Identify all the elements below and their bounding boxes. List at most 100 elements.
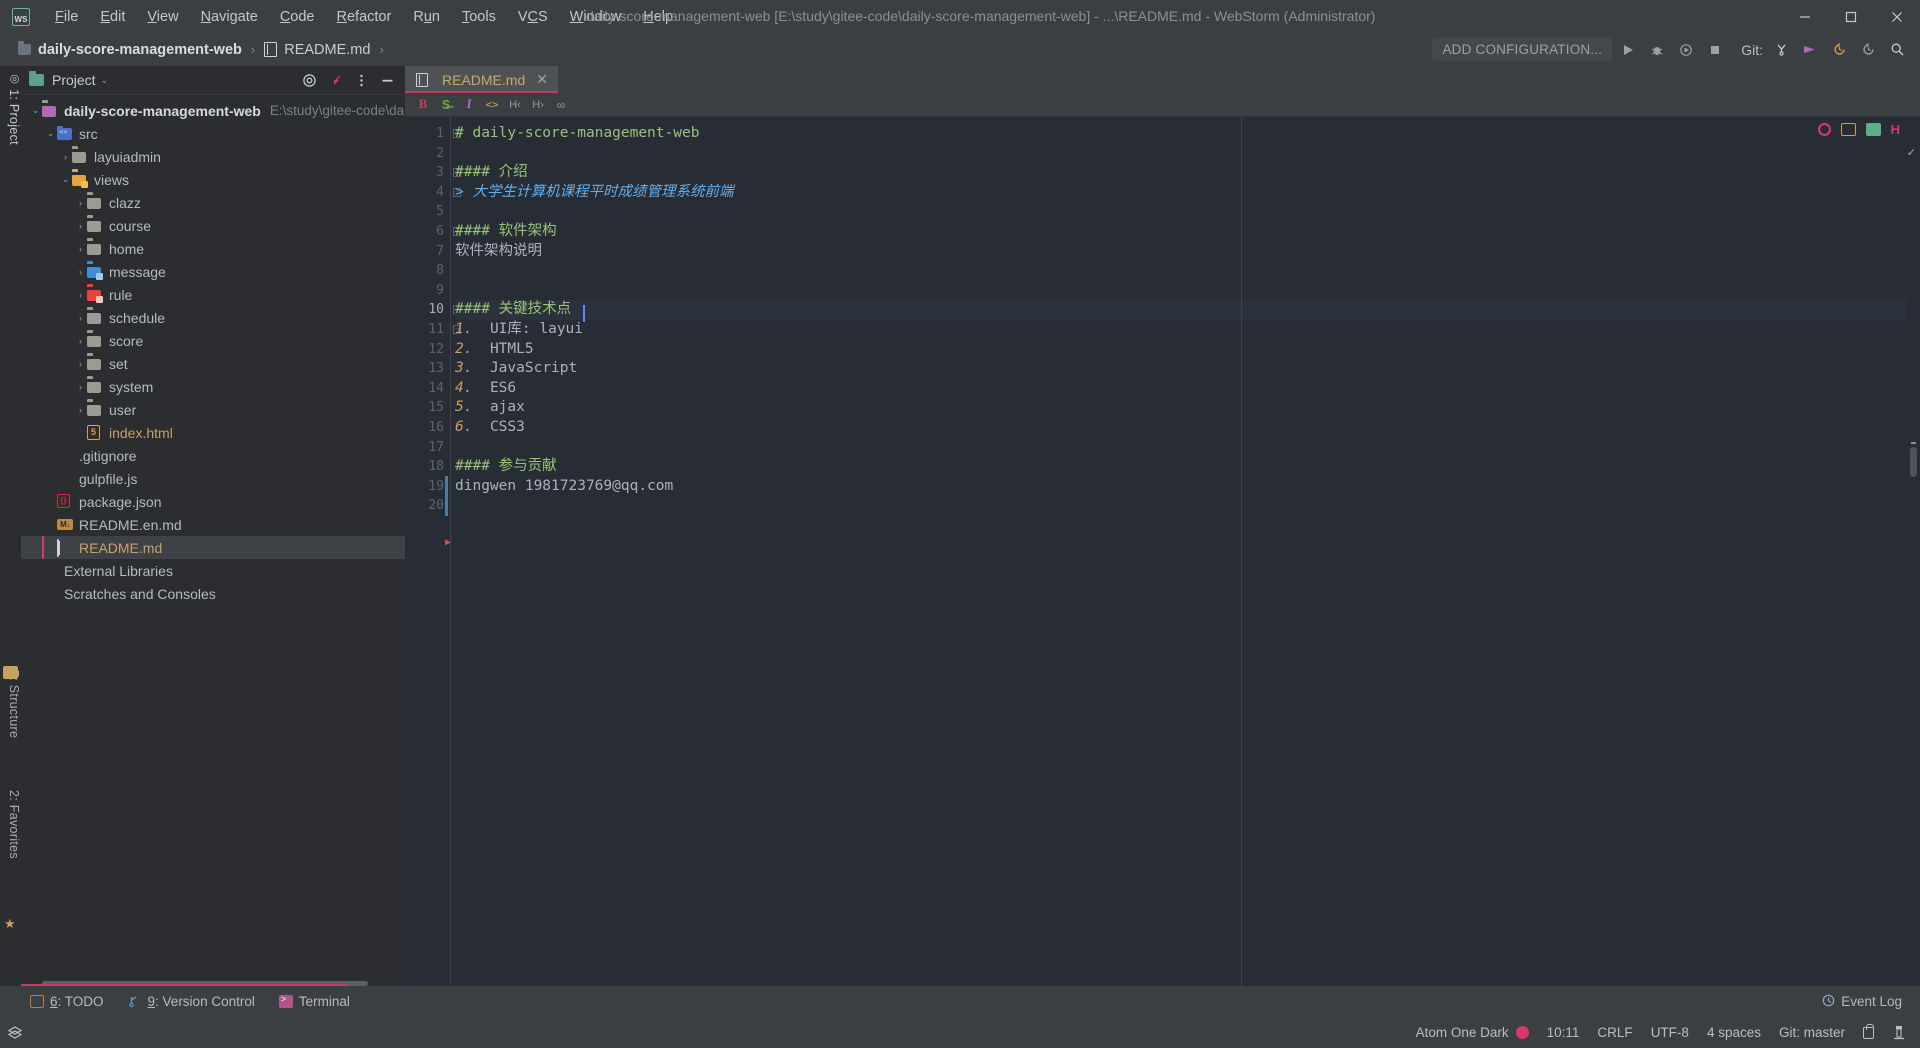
tool-window-terminal[interactable]: Terminal <box>278 994 350 1009</box>
editor-marker-column[interactable] <box>1906 117 1920 986</box>
tree-node-readme-md[interactable]: README.md <box>21 536 405 559</box>
header-level-icon[interactable]: H› <box>528 95 548 115</box>
rollback-icon[interactable] <box>1855 37 1881 63</box>
code-line[interactable]: 3. JavaScript <box>455 359 1920 379</box>
close-icon[interactable]: ✕ <box>536 71 548 88</box>
expand-arrow-icon[interactable]: › <box>59 152 72 162</box>
tree-node-scratches-and-consoles[interactable]: Scratches and Consoles <box>21 582 405 605</box>
hector-icon[interactable]: H <box>1891 122 1900 137</box>
tree-node-schedule[interactable]: › schedule <box>21 306 405 329</box>
menu-item-view[interactable]: View <box>136 5 189 29</box>
run-line-marker-icon[interactable]: ▶ <box>445 537 451 548</box>
split-preview-icon[interactable] <box>1840 123 1856 136</box>
tool-window-version-control[interactable]: 9: Version Control <box>128 994 255 1009</box>
expand-arrow-icon[interactable]: › <box>74 405 87 415</box>
search-icon[interactable] <box>1884 37 1910 63</box>
tree-node-readme-en-md[interactable]: M↓ README.en.md <box>21 513 405 536</box>
select-opened-file-icon[interactable] <box>297 68 321 92</box>
italic-icon[interactable]: I <box>459 95 479 115</box>
lock-icon[interactable] <box>1863 1023 1874 1039</box>
inspections-widget-icon[interactable] <box>1817 123 1831 136</box>
editor-lines[interactable]: # daily-score-management-web #### 介绍 > 大学… <box>455 124 1920 516</box>
editor-inspector-widgets[interactable]: H <box>1817 122 1900 137</box>
status-bar-widgets[interactable]: Atom One Dark 10:11 CRLF UTF-8 4 spaces … <box>1416 1023 1920 1040</box>
menu-item-vcs[interactable]: VCS <box>507 5 559 29</box>
menu-item-edit[interactable]: Edit <box>89 5 136 29</box>
code-line[interactable]: 4. ES6 <box>455 379 1920 399</box>
tool-window-todo[interactable]: 6: TODO <box>30 994 104 1009</box>
menu-item-code[interactable]: Code <box>269 5 326 29</box>
tree-node-message[interactable]: › message <box>21 260 405 283</box>
code-line[interactable]: # daily-score-management-web <box>455 124 1920 144</box>
project-panel-actions[interactable] <box>297 68 405 92</box>
caret-position-widget[interactable]: 10:11 <box>1547 1025 1580 1040</box>
minimize-button[interactable] <box>1782 0 1828 33</box>
run-toolbar[interactable]: ADD CONFIGURATION... Git: <box>1432 33 1910 66</box>
code-icon[interactable]: <> <box>482 95 502 115</box>
code-line[interactable]: 软件架构说明 <box>455 242 1920 262</box>
push-icon[interactable] <box>1797 37 1823 63</box>
code-line[interactable] <box>455 261 1920 281</box>
expand-arrow-icon[interactable]: › <box>74 382 87 392</box>
tree-node-user[interactable]: › user <box>21 398 405 421</box>
options-icon[interactable] <box>349 68 373 92</box>
code-line[interactable]: #### 参与贡献 <box>455 457 1920 477</box>
strikethrough-icon[interactable]: S̶ <box>436 95 456 115</box>
window-controls[interactable] <box>1782 0 1920 33</box>
code-line[interactable] <box>455 496 1920 516</box>
stop-icon[interactable] <box>1702 37 1728 63</box>
expand-arrow-icon[interactable]: ⌄ <box>44 128 57 139</box>
tree-node-system[interactable]: › system <box>21 375 405 398</box>
sidebar-item-project[interactable]: ◎ 1: Project <box>0 68 21 149</box>
close-button[interactable] <box>1874 0 1920 33</box>
menu-item-run[interactable]: Run <box>402 5 451 29</box>
expand-arrow-icon[interactable]: › <box>74 359 87 369</box>
editor-tab-bar[interactable]: README.md ✕ <box>405 66 1920 93</box>
markdown-toolbar[interactable]: B S̶ I <> H‹ H› ∞ <box>405 93 1920 117</box>
expand-arrow-icon[interactable]: › <box>74 198 87 208</box>
coverage-icon[interactable] <box>1673 37 1699 63</box>
chevron-down-icon[interactable]: ⌄ <box>101 75 109 86</box>
tree-node-score[interactable]: › score <box>21 329 405 352</box>
tree-node-external-libraries[interactable]: External Libraries <box>21 559 405 582</box>
expand-arrow-icon[interactable]: › <box>74 313 87 323</box>
menu-item-refactor[interactable]: Refactor <box>326 5 403 29</box>
breadcrumb[interactable]: daily-score-management-web › README.md › <box>18 41 393 58</box>
encoding-widget[interactable]: UTF-8 <box>1651 1025 1689 1040</box>
collapse-all-icon[interactable] <box>323 68 347 92</box>
tab-readme-md[interactable]: README.md ✕ <box>405 66 558 93</box>
expand-arrow-icon[interactable]: › <box>74 290 87 300</box>
code-editor[interactable]: 1234567891011121314151617181920 −−−−−− ▶… <box>405 117 1920 986</box>
tree-node-home[interactable]: › home <box>21 237 405 260</box>
code-line[interactable] <box>455 438 1920 458</box>
tree-node-package-json[interactable]: {} package.json <box>21 490 405 513</box>
project-file-tree[interactable]: ⌄ daily-score-management-web E:\study\gite… <box>21 95 485 605</box>
code-line[interactable]: 5. ajax <box>455 398 1920 418</box>
branch-icon[interactable] <box>1768 37 1794 63</box>
tree-node-set[interactable]: › set <box>21 352 405 375</box>
expand-arrow-icon[interactable]: ⌄ <box>59 174 72 185</box>
tree-node-layuiadmin[interactable]: › layuiadmin <box>21 145 405 168</box>
inspector-icon[interactable] <box>1892 1025 1906 1040</box>
event-log-button[interactable]: Event Log <box>1822 994 1902 1010</box>
code-line[interactable]: 1. UI库: layui <box>455 320 1920 340</box>
code-line[interactable]: #### 介绍 <box>455 163 1920 183</box>
maximize-button[interactable] <box>1828 0 1874 33</box>
tree-node-daily-score-management-web[interactable]: ⌄ daily-score-management-web E:\study\gite… <box>21 99 485 122</box>
expand-arrow-icon[interactable]: ⌄ <box>29 105 42 116</box>
git-branch-widget[interactable]: Git: master <box>1779 1025 1845 1040</box>
sidebar-item-favorites[interactable]: 2: Favorites <box>0 786 21 863</box>
run-icon[interactable] <box>1615 37 1641 63</box>
tree-node-src[interactable]: ⌄ src <box>21 122 405 145</box>
tree-node-course[interactable]: › course <box>21 214 405 237</box>
expand-arrow-icon[interactable]: › <box>74 244 87 254</box>
breadcrumb-file[interactable]: README.md <box>284 42 370 58</box>
code-line[interactable]: #### 关键技术点 <box>455 300 1920 320</box>
tree-node-clazz[interactable]: › clazz <box>21 191 405 214</box>
tree-node-index-html[interactable]: 5 index.html <box>21 421 405 444</box>
code-line[interactable]: 6. CSS3 <box>455 418 1920 438</box>
bold-icon[interactable]: B <box>413 95 433 115</box>
code-line[interactable] <box>455 144 1920 164</box>
code-line[interactable]: dingwen 1981723769@qq.com <box>455 477 1920 497</box>
tree-node-views[interactable]: ⌄ views <box>21 168 405 191</box>
